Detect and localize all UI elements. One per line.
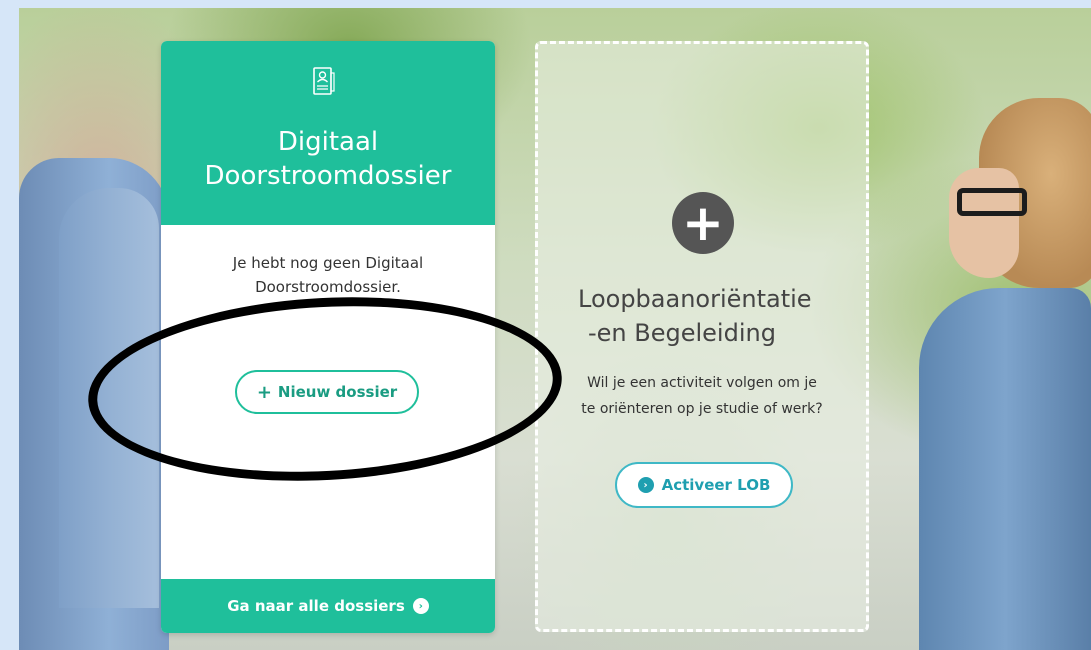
ddd-card-header: Digitaal Doorstroomdossier <box>161 41 495 225</box>
lob-desc-line1: Wil je een activiteit volgen om je <box>587 375 817 391</box>
lob-title-line1: Loopbaanoriëntatie <box>578 285 812 313</box>
activate-lob-button[interactable]: › Activeer LOB <box>615 462 793 508</box>
lob-card-description: Wil je een activiteit volgen om je te or… <box>548 370 856 422</box>
person-face <box>949 168 1019 278</box>
document-icon <box>313 67 335 95</box>
new-dossier-button[interactable]: + Nieuw dossier <box>235 370 419 414</box>
all-dossiers-link[interactable]: Ga naar alle dossiers › <box>161 579 495 633</box>
all-dossiers-label: Ga naar alle dossiers <box>227 597 405 615</box>
person-glasses <box>957 188 1027 216</box>
ddd-message-line2: Doorstroomdossier. <box>255 278 401 296</box>
ddd-card-title: Digitaal Doorstroomdossier <box>161 125 495 193</box>
new-dossier-label: Nieuw dossier <box>277 383 398 401</box>
plus-icon: + <box>256 381 272 403</box>
ddd-title-line2: Doorstroomdossier <box>204 161 452 191</box>
ddd-empty-message: Je hebt nog geen Digitaal Doorstroomdoss… <box>201 251 455 299</box>
chevron-right-circle-icon: › <box>637 477 654 493</box>
person-jacket <box>919 288 1091 650</box>
chevron-right-circle-icon: › <box>412 598 429 614</box>
lob-desc-line2: te oriënteren op je studie of werk? <box>581 401 823 417</box>
ddd-card: Digitaal Doorstroomdossier Je hebt nog g… <box>161 41 495 633</box>
person-right-silhouette <box>919 98 1091 650</box>
lob-card-title: Loopbaanoriëntatie -en Begeleiding <box>578 282 876 350</box>
person-left-arm <box>59 188 159 608</box>
add-circle-icon: + <box>672 192 734 254</box>
ddd-title-line1: Digitaal <box>277 127 379 157</box>
lob-title-line2: -en Begeleiding <box>588 319 776 347</box>
activate-lob-label: Activeer LOB <box>661 476 771 494</box>
ddd-message-line1: Je hebt nog geen Digitaal <box>232 254 424 272</box>
lob-card: + Loopbaanoriëntatie -en Begeleiding Wil… <box>535 41 869 632</box>
